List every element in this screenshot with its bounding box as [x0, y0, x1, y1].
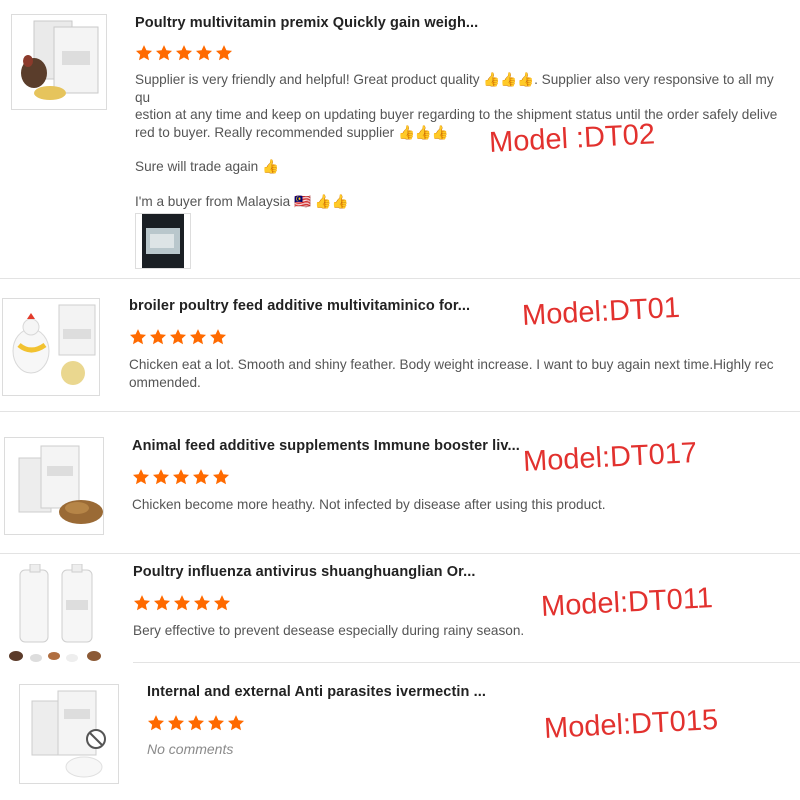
star-icon — [167, 715, 185, 731]
star-icon — [212, 469, 230, 485]
rating-stars-4 — [133, 594, 231, 612]
star-icon — [172, 469, 190, 485]
star-icon — [187, 715, 205, 731]
rating-stars-1 — [135, 44, 233, 62]
review-comment-line: I'm a buyer from Malaysia 🇲🇾 👍👍 — [135, 193, 349, 209]
review-comment-line: Chicken become more heathy. Not infected… — [132, 497, 606, 512]
star-icon — [207, 715, 225, 731]
star-icon — [155, 45, 173, 61]
review-divider — [0, 553, 800, 554]
review-title-4[interactable]: Poultry influenza antivirus shuanghuangl… — [133, 564, 475, 580]
review-comment-line: Bery effective to prevent desease especi… — [133, 623, 525, 638]
review-title-1[interactable]: Poultry multivitamin premix Quickly gain… — [135, 15, 478, 31]
review-comment-line: Chicken eat a lot. Smooth and shiny feat… — [129, 357, 774, 372]
product-image-5 — [31, 690, 106, 778]
model-annotation-5: Model:DT015 — [543, 703, 719, 746]
star-icon — [153, 595, 171, 611]
star-icon — [132, 469, 150, 485]
review-comment-line: red to buyer. Really recommended supplie… — [135, 124, 449, 140]
product-thumbnail-4[interactable] — [5, 563, 105, 663]
no-comments-label: No comments — [147, 741, 234, 757]
review-divider — [133, 662, 800, 663]
attachment-image — [142, 214, 184, 268]
review-comment-line: estion at any time and keep on updating … — [135, 107, 778, 122]
star-icon — [129, 329, 147, 345]
star-icon — [193, 595, 211, 611]
star-icon — [195, 45, 213, 61]
product-image-2 — [12, 304, 96, 385]
product-thumbnail-5[interactable] — [19, 684, 119, 784]
product-thumbnail-2[interactable] — [2, 298, 100, 396]
product-image-3 — [18, 445, 103, 524]
star-icon — [209, 329, 227, 345]
star-icon — [169, 329, 187, 345]
star-icon — [192, 469, 210, 485]
review-comment-4: Bery effective to prevent desease especi… — [133, 622, 773, 640]
star-icon — [189, 329, 207, 345]
star-icon — [173, 595, 191, 611]
star-icon — [215, 45, 233, 61]
review-attachment-photo[interactable] — [135, 213, 191, 269]
review-title-2[interactable]: broiler poultry feed additive multivitam… — [129, 298, 470, 314]
review-comment-1: Supplier is very friendly and helpful! G… — [135, 71, 785, 210]
review-comment-2: Chicken eat a lot. Smooth and shiny feat… — [129, 356, 789, 391]
star-icon — [147, 715, 165, 731]
star-icon — [227, 715, 245, 731]
model-annotation-4: Model:DT011 — [540, 582, 714, 624]
star-icon — [152, 469, 170, 485]
review-comment-line: Sure will trade again 👍 — [135, 159, 279, 174]
star-icon — [213, 595, 231, 611]
rating-stars-2 — [129, 328, 227, 346]
review-title-3[interactable]: Animal feed additive supplements Immune … — [132, 438, 520, 454]
star-icon — [149, 329, 167, 345]
review-title-5[interactable]: Internal and external Anti parasites ive… — [147, 684, 486, 700]
review-divider — [0, 411, 800, 412]
star-icon — [175, 45, 193, 61]
star-icon — [133, 595, 151, 611]
review-divider — [0, 278, 800, 279]
rating-stars-3 — [132, 468, 230, 486]
product-thumbnail-3[interactable] — [4, 437, 104, 535]
review-comment-3: Chicken become more heathy. Not infected… — [132, 496, 782, 514]
rating-stars-5 — [147, 714, 245, 732]
product-thumbnail-1[interactable] — [11, 14, 107, 110]
product-image-1 — [21, 20, 99, 100]
model-annotation-3: Model:DT017 — [522, 436, 698, 479]
review-comment-line: ommended. — [129, 374, 201, 390]
model-annotation-2: Model:DT01 — [521, 291, 681, 333]
review-comment-line: Supplier is very friendly and helpful! G… — [135, 72, 774, 105]
star-icon — [135, 45, 153, 61]
product-image-4 — [9, 564, 101, 662]
